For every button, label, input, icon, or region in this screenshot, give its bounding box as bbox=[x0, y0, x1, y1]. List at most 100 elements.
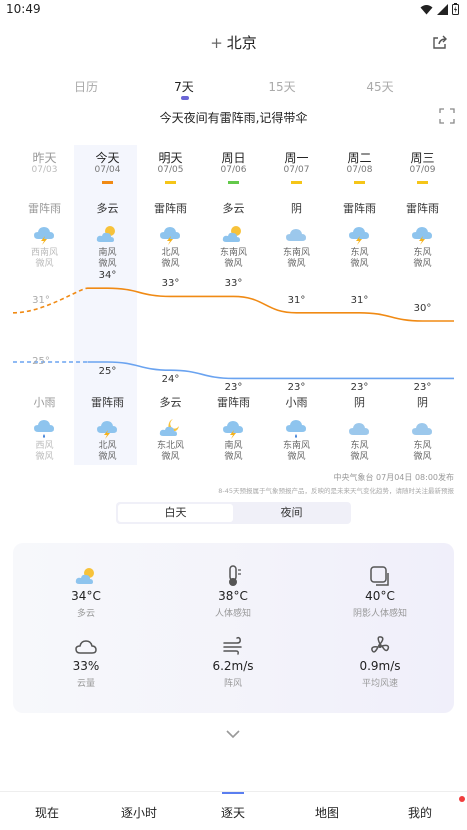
partly-cloudy-night-icon bbox=[159, 418, 181, 442]
day-date: 07/09 bbox=[409, 165, 436, 175]
detail-label: 平均风速 bbox=[361, 679, 398, 689]
wind-level: 微风 bbox=[98, 452, 117, 462]
day-name: 周一 bbox=[284, 151, 309, 165]
wind-level: 微风 bbox=[224, 452, 243, 462]
low-temperature-label: 25° bbox=[32, 356, 50, 367]
wind-direction: 东风 bbox=[413, 248, 432, 258]
wind-level: 微风 bbox=[161, 259, 180, 269]
bottom-nav: 现在 逐小时 逐天 地图 我的 bbox=[0, 791, 467, 830]
day-wind: 东风 微风 bbox=[328, 248, 391, 270]
wind-level: 微风 bbox=[350, 452, 369, 462]
tab-7-day[interactable]: 7天 bbox=[154, 78, 214, 95]
wind-direction: 东南风 bbox=[282, 441, 310, 451]
night-wind: 西风 微风 bbox=[13, 441, 76, 463]
nav-map[interactable]: 地图 bbox=[287, 804, 367, 821]
weather-page: 10:49 + 北京 日历 7天 15天 45天 今天夜间有雷阵雨,记得带伞 昨天… bbox=[0, 0, 467, 830]
detail-avg-wind: 0.9m/s 平均风速 bbox=[330, 635, 430, 689]
detail-label: 多云 bbox=[76, 609, 95, 619]
status-icons bbox=[420, 3, 459, 15]
day-wind: 东南风 微风 bbox=[202, 248, 265, 270]
tab-calendar[interactable]: 日历 bbox=[56, 78, 116, 95]
day-date: 07/08 bbox=[346, 165, 373, 175]
header: + 北京 bbox=[0, 32, 467, 56]
wind-level: 微风 bbox=[287, 259, 306, 269]
nav-now[interactable]: 现在 bbox=[7, 804, 87, 821]
detail-condition: 34°C 多云 bbox=[36, 565, 136, 619]
wind-direction: 西南风 bbox=[30, 248, 58, 258]
share-icon[interactable] bbox=[433, 35, 449, 49]
night-condition: 雷阵雨 bbox=[91, 396, 124, 409]
low-temperature-label: 23° bbox=[287, 382, 306, 394]
cloud-icon bbox=[75, 640, 97, 654]
detail-label: 云量 bbox=[76, 679, 95, 689]
thunderstorm-icon bbox=[33, 224, 55, 250]
day-name: 今天 bbox=[95, 151, 120, 165]
nav-hourly[interactable]: 逐小时 bbox=[99, 804, 179, 821]
wifi-icon bbox=[420, 4, 433, 14]
wind-icon bbox=[223, 636, 242, 655]
day-date: 07/07 bbox=[283, 165, 310, 175]
toggle-night[interactable]: 夜间 bbox=[234, 504, 349, 522]
thunderstorm-icon bbox=[411, 224, 433, 250]
day-name: 周日 bbox=[221, 151, 246, 165]
day-date: 07/03 bbox=[31, 165, 58, 175]
day-wind: 南风 微风 bbox=[76, 248, 139, 270]
status-bar: 10:49 bbox=[0, 0, 467, 20]
wind-direction: 东风 bbox=[413, 441, 432, 451]
fullscreen-icon[interactable] bbox=[439, 108, 455, 124]
low-temperature-label: 23° bbox=[224, 382, 243, 394]
air-quality-bar bbox=[291, 181, 302, 184]
detail-card: 34°C 多云 38°C 人体感知 40°C 阴影人体感知 33% 云量 6.2… bbox=[13, 543, 454, 713]
city-selector[interactable]: + 北京 bbox=[0, 32, 467, 53]
day-name: 昨天 bbox=[32, 151, 57, 165]
day-wind: 东风 微风 bbox=[391, 248, 454, 270]
forecast-grid: 昨天 07/03 雷阵雨 西南风 微风 小雨 西风 微风 今天 07/04 多云 南风 微风 雷阵雨 北风微… bbox=[12, 145, 454, 465]
night-wind: 东北风 微风 bbox=[139, 441, 202, 463]
tab-45-day[interactable]: 45天 bbox=[350, 78, 410, 95]
day-condition: 雷阵雨 bbox=[343, 202, 376, 215]
wind-direction: 南风 bbox=[224, 441, 243, 451]
night-condition: 雷阵雨 bbox=[217, 396, 250, 409]
night-condition: 阴 bbox=[354, 396, 365, 409]
low-temperature-label: 23° bbox=[350, 382, 369, 394]
wind-direction: 东北风 bbox=[156, 441, 184, 451]
low-temperature-label: 25° bbox=[98, 366, 117, 377]
day-name: 明天 bbox=[158, 151, 183, 165]
night-condition: 小雨 bbox=[33, 396, 56, 409]
city-name: 北京 bbox=[226, 34, 257, 52]
detail-value: 40°C bbox=[365, 589, 395, 603]
day-condition: 多云 bbox=[222, 202, 245, 215]
day-name: 周二 bbox=[347, 151, 372, 165]
wind-direction: 西风 bbox=[35, 441, 54, 451]
range-tabs: 日历 7天 15天 45天 bbox=[0, 78, 467, 100]
night-wind: 东南风 微风 bbox=[265, 441, 328, 463]
night-wind: 北风 微风 bbox=[76, 441, 139, 463]
day-wind: 西南风 微风 bbox=[13, 248, 76, 270]
air-quality-bar bbox=[165, 181, 176, 184]
wind-direction: 东南风 bbox=[219, 248, 247, 258]
night-wind: 东风 微风 bbox=[391, 441, 454, 463]
weather-notice: 今天夜间有雷阵雨,记得带伞 bbox=[159, 111, 308, 125]
toggle-day[interactable]: 白天 bbox=[118, 504, 233, 522]
day-wind: 北风 微风 bbox=[139, 248, 202, 270]
tab-15-day[interactable]: 15天 bbox=[252, 78, 312, 95]
fan-icon bbox=[371, 636, 390, 653]
nav-mine[interactable]: 我的 bbox=[380, 804, 460, 821]
nav-daily[interactable]: 逐天 bbox=[193, 804, 273, 821]
detail-feels-like: 38°C 人体感知 bbox=[183, 565, 283, 619]
wind-level: 微风 bbox=[224, 259, 243, 269]
overcast-icon bbox=[348, 418, 370, 442]
chevron-down-icon[interactable] bbox=[226, 730, 240, 739]
wind-direction: 东南风 bbox=[282, 248, 310, 258]
partly-cloudy-icon bbox=[96, 224, 118, 248]
add-city-icon[interactable]: + bbox=[210, 34, 223, 52]
overcast-icon bbox=[285, 224, 307, 248]
high-temperature-label: 31° bbox=[32, 294, 50, 306]
detail-value: 6.2m/s bbox=[212, 659, 254, 673]
thunderstorm-icon bbox=[348, 224, 370, 250]
low-temperature-line bbox=[87, 361, 454, 380]
high-temperature-label: 31° bbox=[287, 294, 306, 306]
detail-cloud-cover: 33% 云量 bbox=[36, 635, 136, 689]
day-condition: 雷阵雨 bbox=[406, 202, 439, 215]
forecast-source: 中央气象台 07月04日 08:00发布 bbox=[333, 473, 455, 482]
